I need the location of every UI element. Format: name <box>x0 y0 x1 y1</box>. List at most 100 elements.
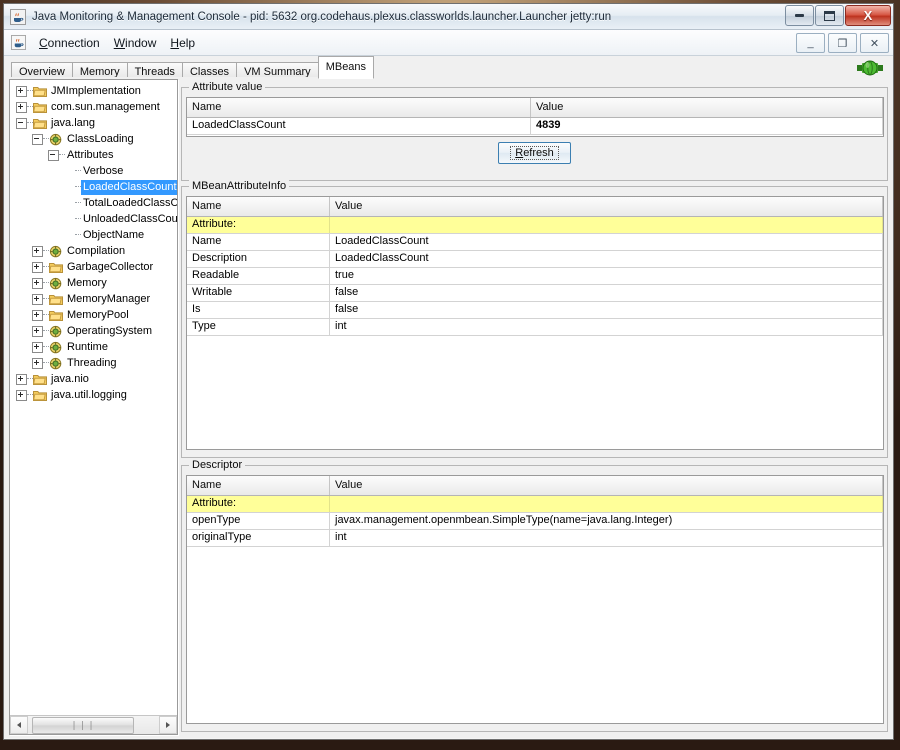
tree-node[interactable]: OperatingSystem <box>10 323 177 339</box>
tree-node-label: Memory <box>67 276 107 289</box>
expand-icon[interactable] <box>16 101 27 113</box>
table-row[interactable]: Readable true <box>187 268 883 285</box>
attr-value-cell[interactable]: 4839 <box>531 118 883 134</box>
expand-icon[interactable] <box>32 261 43 273</box>
tree-node[interactable]: MemoryPool <box>10 307 177 323</box>
scrollbar-thumb[interactable]: ❘❘❘ <box>32 716 134 734</box>
descriptor-rows: Attribute: openType javax.management.openm… <box>187 496 883 723</box>
column-header-value[interactable]: Value <box>330 476 883 495</box>
table-row[interactable]: Attribute: <box>187 496 883 513</box>
refresh-button-label-rest: efresh <box>523 147 554 159</box>
tree-node[interactable]: java.lang <box>10 115 177 131</box>
folder-icon <box>33 101 47 114</box>
tree-node-label: JMImplementation <box>51 84 141 97</box>
tree-node[interactable]: ObjectName <box>10 227 177 243</box>
row-value-cell: int <box>330 319 883 335</box>
table-empty-area <box>187 336 883 449</box>
menu-connection[interactable]: CConnectiononnection <box>32 33 107 53</box>
table-row[interactable]: originalType int <box>187 530 883 547</box>
internal-close-button[interactable]: ✕ <box>860 33 889 53</box>
expand-icon[interactable] <box>32 357 43 369</box>
tree-node-label: LoadedClassCount <box>81 179 177 195</box>
table-row[interactable]: Description LoadedClassCount <box>187 251 883 268</box>
row-value-cell: javax.management.openmbean.SimpleType(na… <box>330 513 883 529</box>
window-minimize-button[interactable] <box>785 5 814 26</box>
tree-node[interactable]: ClassLoading <box>10 131 177 147</box>
column-header-name[interactable]: Name <box>187 197 330 216</box>
column-header-name[interactable]: Name <box>187 476 330 495</box>
collapse-icon[interactable] <box>32 133 43 145</box>
internal-maximize-button[interactable]: ❐ <box>828 33 857 53</box>
folder-icon <box>33 85 47 98</box>
tree-node[interactable]: JMImplementation <box>10 83 177 99</box>
scroll-left-button[interactable] <box>10 716 28 734</box>
column-header-value[interactable]: Value <box>330 197 883 216</box>
tree-node-label: ClassLoading <box>67 132 134 145</box>
tab-mbeans[interactable]: MBeans <box>317 56 375 79</box>
expand-icon[interactable] <box>16 389 27 401</box>
tree-node[interactable]: TotalLoadedClassCount <box>10 195 177 211</box>
expand-icon[interactable] <box>32 293 43 305</box>
table-row[interactable]: Attribute: <box>187 217 883 234</box>
table-row[interactable]: Is false <box>187 302 883 319</box>
refresh-button[interactable]: Refresh <box>498 142 571 164</box>
menu-window[interactable]: Window <box>107 33 164 53</box>
tree-node[interactable]: com.sun.management <box>10 99 177 115</box>
tree-node[interactable]: Attributes <box>10 147 177 163</box>
tree-node[interactable]: java.util.logging <box>10 387 177 403</box>
attribute-value-group-title: Attribute value <box>189 81 266 93</box>
tree-node[interactable]: Threading <box>10 355 177 371</box>
expand-icon[interactable] <box>32 325 43 337</box>
tree-node[interactable]: UnloadedClassCount <box>10 211 177 227</box>
table-row[interactable]: LoadedClassCount 4839 <box>187 118 883 135</box>
tree-node[interactable]: Runtime <box>10 339 177 355</box>
table-row[interactable]: Writable false <box>187 285 883 302</box>
window-close-button[interactable]: X <box>845 5 891 26</box>
row-value-cell <box>330 217 883 233</box>
descriptor-table[interactable]: Name Value Attribute: openType javax.manag… <box>186 475 884 724</box>
collapse-icon[interactable] <box>16 117 27 129</box>
tree-node[interactable]: MemoryManager <box>10 291 177 307</box>
folder-icon <box>33 389 47 402</box>
row-value-cell: true <box>330 268 883 284</box>
mbean-attribute-info-table[interactable]: Name Value Attribute: Name LoadedClassCoun… <box>186 196 884 450</box>
collapse-icon[interactable] <box>48 149 59 161</box>
expand-icon[interactable] <box>16 85 27 97</box>
column-header-name[interactable]: Name <box>187 98 531 117</box>
menu-bar: CConnectiononnection Window Help _ ❐ ✕ <box>4 30 893 56</box>
row-name-cell: Attribute: <box>187 217 330 233</box>
expand-icon[interactable] <box>32 341 43 353</box>
tree-node-selected[interactable]: LoadedClassCount <box>10 179 177 195</box>
window-restore-button[interactable] <box>815 5 844 26</box>
mbean-attribute-info-group: MBeanAttributeInfo Name Value Attribute:… <box>181 180 888 458</box>
tree-node[interactable]: GarbageCollector <box>10 259 177 275</box>
tree-node-label: UnloadedClassCount <box>83 212 177 225</box>
column-header-value[interactable]: Value <box>531 98 883 117</box>
tree-node[interactable]: Memory <box>10 275 177 291</box>
expand-icon[interactable] <box>32 277 43 289</box>
table-row[interactable]: Type int <box>187 319 883 336</box>
window-controls: X <box>785 5 891 26</box>
expand-icon[interactable] <box>32 309 43 321</box>
tree-node-label: java.nio <box>51 372 89 385</box>
tree-node-label: java.util.logging <box>51 388 127 401</box>
scroll-right-button[interactable] <box>159 716 177 734</box>
tree-node[interactable]: Compilation <box>10 243 177 259</box>
tree-horizontal-scrollbar[interactable]: ❘❘❘ <box>10 715 177 734</box>
table-row[interactable]: openType javax.management.openmbean.Simpl… <box>187 513 883 530</box>
scrollbar-grip: ❘❘❘ <box>70 719 96 730</box>
internal-minimize-button[interactable]: _ <box>796 33 825 53</box>
table-row[interactable]: Name LoadedClassCount <box>187 234 883 251</box>
mbeans-content-area: JMImplementation com.sun.management java.l… <box>4 77 893 738</box>
tree-node[interactable]: java.nio <box>10 371 177 387</box>
java-cup-icon <box>10 8 26 25</box>
expand-icon[interactable] <box>32 245 43 257</box>
tree-node[interactable]: Verbose <box>10 163 177 179</box>
tree-node-label: Compilation <box>67 244 126 257</box>
row-name-cell: Name <box>187 234 330 250</box>
expand-icon[interactable] <box>16 373 27 385</box>
row-name-cell: Type <box>187 319 330 335</box>
attribute-value-table[interactable]: Name Value LoadedClassCount 4839 <box>186 97 884 137</box>
menu-help[interactable]: Help <box>163 33 202 53</box>
mbean-tree[interactable]: JMImplementation com.sun.management java.l… <box>10 80 177 715</box>
